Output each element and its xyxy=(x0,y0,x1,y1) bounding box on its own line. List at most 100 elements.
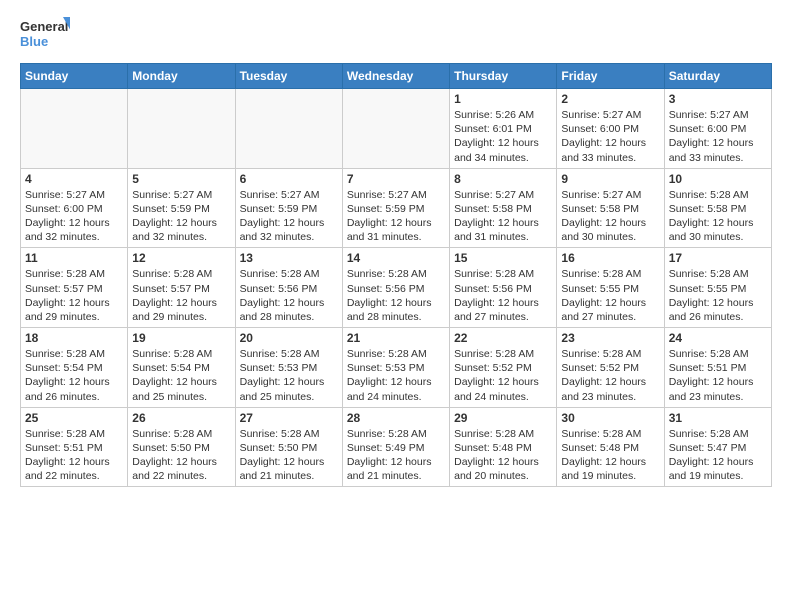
calendar-cell: 6Sunrise: 5:27 AM Sunset: 5:59 PM Daylig… xyxy=(235,168,342,248)
calendar-cell: 14 Sunrise: 5:28 AM Sunset: 5:56 PM Dayli… xyxy=(342,248,449,328)
calendar-cell: 5Sunrise: 5:27 AM Sunset: 5:59 PM Daylig… xyxy=(128,168,235,248)
week-row-1: 1 Sunrise: 5:26 AM Sunset: 6:01 PM Daylig… xyxy=(21,89,772,169)
calendar-cell: 16 Sunrise: 5:28 AM Sunset: 5:55 PM Dayli… xyxy=(557,248,664,328)
calendar-cell: 7 Sunrise: 5:27 AM Sunset: 5:59 PM Daylig… xyxy=(342,168,449,248)
day-info: Sunrise: 5:27 AM Sunset: 5:58 PM Dayligh… xyxy=(561,188,659,245)
calendar-cell: 1 Sunrise: 5:26 AM Sunset: 6:01 PM Daylig… xyxy=(450,89,557,169)
day-number: 7 xyxy=(347,172,445,186)
day-info: Sunrise: 5:26 AM Sunset: 6:01 PM Dayligh… xyxy=(454,108,552,165)
calendar-header-row: SundayMondayTuesdayWednesdayThursdayFrid… xyxy=(21,64,772,89)
svg-text:Blue: Blue xyxy=(20,34,48,49)
svg-text:General: General xyxy=(20,19,68,34)
day-info: Sunrise: 5:28 AM Sunset: 5:51 PM Dayligh… xyxy=(25,427,123,484)
calendar-cell: 27Sunrise: 5:28 AM Sunset: 5:50 PM Dayli… xyxy=(235,407,342,487)
calendar-cell: 2 Sunrise: 5:27 AM Sunset: 6:00 PM Daylig… xyxy=(557,89,664,169)
day-number: 11 xyxy=(25,251,123,265)
calendar-cell xyxy=(21,89,128,169)
day-info: Sunrise: 5:28 AM Sunset: 5:58 PM Dayligh… xyxy=(669,188,767,245)
calendar-cell: 26 Sunrise: 5:28 AM Sunset: 5:50 PM Dayli… xyxy=(128,407,235,487)
day-info: Sunrise: 5:28 AM Sunset: 5:53 PM Dayligh… xyxy=(347,347,445,404)
day-number: 15 xyxy=(454,251,552,265)
day-info: Sunrise: 5:28 AM Sunset: 5:57 PM Dayligh… xyxy=(25,267,123,324)
day-info: Sunrise: 5:27 AM Sunset: 5:59 PM Dayligh… xyxy=(240,188,338,245)
day-number: 19 xyxy=(132,331,230,345)
page-header: General Blue xyxy=(20,15,772,55)
calendar-table: SundayMondayTuesdayWednesdayThursdayFrid… xyxy=(20,63,772,487)
calendar-cell: 4 Sunrise: 5:27 AM Sunset: 6:00 PM Daylig… xyxy=(21,168,128,248)
day-number: 18 xyxy=(25,331,123,345)
calendar-cell: 30 Sunrise: 5:28 AM Sunset: 5:48 PM Dayli… xyxy=(557,407,664,487)
day-info: Sunrise: 5:28 AM Sunset: 5:55 PM Dayligh… xyxy=(669,267,767,324)
header-saturday: Saturday xyxy=(664,64,771,89)
day-info: Sunrise: 5:28 AM Sunset: 5:55 PM Dayligh… xyxy=(561,267,659,324)
day-number: 29 xyxy=(454,411,552,425)
week-row-5: 25 Sunrise: 5:28 AM Sunset: 5:51 PM Dayli… xyxy=(21,407,772,487)
day-info: Sunrise: 5:27 AM Sunset: 6:00 PM Dayligh… xyxy=(561,108,659,165)
day-number: 13 xyxy=(240,251,338,265)
day-number: 20 xyxy=(240,331,338,345)
day-number: 16 xyxy=(561,251,659,265)
day-info: Sunrise: 5:28 AM Sunset: 5:53 PM Dayligh… xyxy=(240,347,338,404)
calendar-cell: 19 Sunrise: 5:28 AM Sunset: 5:54 PM Dayli… xyxy=(128,328,235,408)
day-info: Sunrise: 5:28 AM Sunset: 5:50 PM Dayligh… xyxy=(132,427,230,484)
calendar-cell: 31Sunrise: 5:28 AM Sunset: 5:47 PM Dayli… xyxy=(664,407,771,487)
week-row-2: 4 Sunrise: 5:27 AM Sunset: 6:00 PM Daylig… xyxy=(21,168,772,248)
calendar-cell: 21Sunrise: 5:28 AM Sunset: 5:53 PM Dayli… xyxy=(342,328,449,408)
day-info: Sunrise: 5:27 AM Sunset: 6:00 PM Dayligh… xyxy=(25,188,123,245)
day-number: 5 xyxy=(132,172,230,186)
day-info: Sunrise: 5:28 AM Sunset: 5:52 PM Dayligh… xyxy=(454,347,552,404)
calendar-cell: 29 Sunrise: 5:28 AM Sunset: 5:48 PM Dayli… xyxy=(450,407,557,487)
day-number: 10 xyxy=(669,172,767,186)
day-info: Sunrise: 5:27 AM Sunset: 5:58 PM Dayligh… xyxy=(454,188,552,245)
day-number: 30 xyxy=(561,411,659,425)
calendar-cell: 17 Sunrise: 5:28 AM Sunset: 5:55 PM Dayli… xyxy=(664,248,771,328)
day-number: 4 xyxy=(25,172,123,186)
calendar-cell: 13 Sunrise: 5:28 AM Sunset: 5:56 PM Dayli… xyxy=(235,248,342,328)
calendar-cell: 23Sunrise: 5:28 AM Sunset: 5:52 PM Dayli… xyxy=(557,328,664,408)
week-row-3: 11 Sunrise: 5:28 AM Sunset: 5:57 PM Dayli… xyxy=(21,248,772,328)
calendar-cell: 8 Sunrise: 5:27 AM Sunset: 5:58 PM Daylig… xyxy=(450,168,557,248)
logo: General Blue xyxy=(20,15,70,55)
day-number: 31 xyxy=(669,411,767,425)
header-wednesday: Wednesday xyxy=(342,64,449,89)
calendar-cell: 15Sunrise: 5:28 AM Sunset: 5:56 PM Dayli… xyxy=(450,248,557,328)
day-number: 24 xyxy=(669,331,767,345)
day-number: 2 xyxy=(561,92,659,106)
day-info: Sunrise: 5:27 AM Sunset: 5:59 PM Dayligh… xyxy=(347,188,445,245)
calendar-cell: 25 Sunrise: 5:28 AM Sunset: 5:51 PM Dayli… xyxy=(21,407,128,487)
day-info: Sunrise: 5:28 AM Sunset: 5:54 PM Dayligh… xyxy=(132,347,230,404)
day-info: Sunrise: 5:28 AM Sunset: 5:54 PM Dayligh… xyxy=(25,347,123,404)
header-tuesday: Tuesday xyxy=(235,64,342,89)
calendar-cell: 24 Sunrise: 5:28 AM Sunset: 5:51 PM Dayli… xyxy=(664,328,771,408)
calendar-cell: 28Sunrise: 5:28 AM Sunset: 5:49 PM Dayli… xyxy=(342,407,449,487)
calendar-cell: 12Sunrise: 5:28 AM Sunset: 5:57 PM Dayli… xyxy=(128,248,235,328)
calendar-cell xyxy=(128,89,235,169)
calendar-cell: 10 Sunrise: 5:28 AM Sunset: 5:58 PM Dayli… xyxy=(664,168,771,248)
day-number: 3 xyxy=(669,92,767,106)
day-info: Sunrise: 5:28 AM Sunset: 5:51 PM Dayligh… xyxy=(669,347,767,404)
header-sunday: Sunday xyxy=(21,64,128,89)
day-number: 25 xyxy=(25,411,123,425)
header-monday: Monday xyxy=(128,64,235,89)
day-number: 17 xyxy=(669,251,767,265)
calendar-cell: 20 Sunrise: 5:28 AM Sunset: 5:53 PM Dayli… xyxy=(235,328,342,408)
day-number: 9 xyxy=(561,172,659,186)
calendar-cell: 18 Sunrise: 5:28 AM Sunset: 5:54 PM Dayli… xyxy=(21,328,128,408)
logo-svg: General Blue xyxy=(20,15,70,55)
day-number: 27 xyxy=(240,411,338,425)
day-number: 23 xyxy=(561,331,659,345)
day-info: Sunrise: 5:28 AM Sunset: 5:56 PM Dayligh… xyxy=(240,267,338,324)
day-number: 8 xyxy=(454,172,552,186)
calendar-cell: 3Sunrise: 5:27 AM Sunset: 6:00 PM Daylig… xyxy=(664,89,771,169)
day-info: Sunrise: 5:28 AM Sunset: 5:48 PM Dayligh… xyxy=(454,427,552,484)
day-info: Sunrise: 5:28 AM Sunset: 5:48 PM Dayligh… xyxy=(561,427,659,484)
calendar-cell xyxy=(342,89,449,169)
day-number: 14 xyxy=(347,251,445,265)
calendar-cell: 11 Sunrise: 5:28 AM Sunset: 5:57 PM Dayli… xyxy=(21,248,128,328)
day-info: Sunrise: 5:28 AM Sunset: 5:49 PM Dayligh… xyxy=(347,427,445,484)
day-number: 26 xyxy=(132,411,230,425)
calendar-cell: 9 Sunrise: 5:27 AM Sunset: 5:58 PM Daylig… xyxy=(557,168,664,248)
day-info: Sunrise: 5:28 AM Sunset: 5:56 PM Dayligh… xyxy=(347,267,445,324)
day-number: 1 xyxy=(454,92,552,106)
header-friday: Friday xyxy=(557,64,664,89)
